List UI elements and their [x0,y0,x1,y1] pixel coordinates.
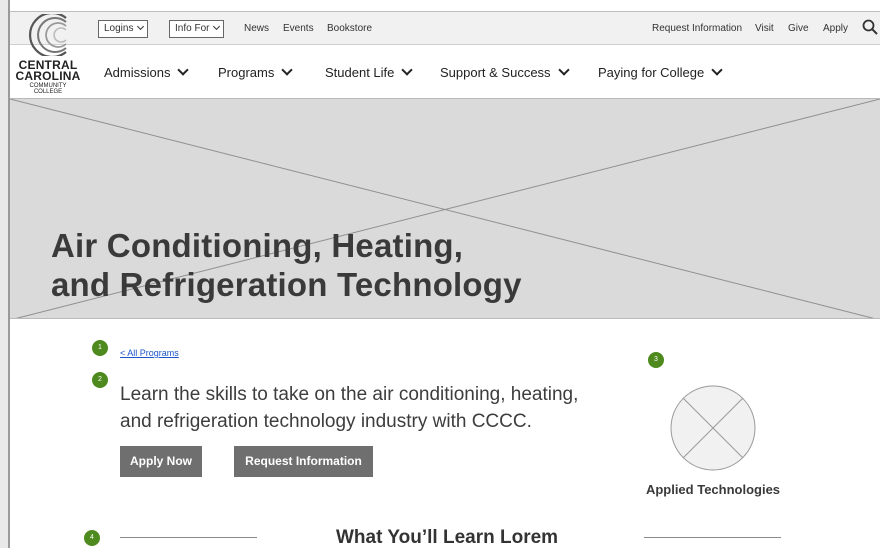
events-link[interactable]: Events [283,12,314,46]
give-link[interactable]: Give [788,12,809,46]
program-intro-line1: Learn the skills to take on the air cond… [120,384,579,405]
chevron-down-icon [213,22,221,31]
department-label: Applied Technologies [645,482,781,497]
page-title-line1: Air Conditioning, Heating, [51,227,464,264]
chevron-down-icon [281,64,294,76]
apply-link[interactable]: Apply [823,12,848,46]
nav-item-label: Student Life [325,65,395,80]
logins-dropdown[interactable]: Logins [98,20,149,38]
chevron-down-icon [401,64,414,76]
news-link[interactable]: News [244,12,269,46]
college-logo[interactable]: CENTRAL CAROLINA COMMUNITY COLLEGE [10,12,86,98]
divider-left [120,537,257,538]
annotation-marker-3: 3 [648,352,664,368]
page-title: Air Conditioning, Heating, and Refrigera… [51,226,522,304]
breadcrumb-all-programs[interactable]: < All Programs [120,348,179,358]
chevron-down-icon [177,64,190,76]
section-title: What You’ll Learn Lorem [336,527,559,548]
nav-item-admissions[interactable]: Admissions [104,63,190,83]
program-intro: Learn the skills to take on the air cond… [120,381,620,435]
logo-mark-icon [28,14,67,56]
annotation-marker-1: 1 [92,340,108,356]
request-information-button[interactable]: Request Information [234,446,373,477]
info-for-dropdown[interactable]: Info For [169,20,225,38]
request-information-link[interactable]: Request Information [652,12,742,46]
logo-text-line4: COLLEGE [33,89,63,95]
annotation-marker-4: 4 [84,530,100,546]
annotation-marker-2: 2 [92,372,108,388]
logins-label: Logins [104,23,134,34]
chevron-down-icon [137,22,145,31]
nav-item-paying-for-college[interactable]: Paying for College [598,63,723,83]
main-nav: Admissions Programs Student Life Support… [86,45,880,98]
chevron-down-icon [557,64,570,76]
nav-item-label: Support & Success [440,65,551,80]
program-intro-line2: and refrigeration technology industry wi… [120,411,532,432]
nav-item-label: Programs [218,65,275,80]
nav-item-programs[interactable]: Programs [218,63,294,83]
nav-item-label: Paying for College [598,65,705,80]
nav-item-label: Admissions [104,65,171,80]
info-for-label: Info For [175,23,210,34]
page-title-line2: and Refrigeration Technology [51,266,522,303]
search-icon[interactable] [862,19,878,35]
logo-text-line2: CAROLINA [15,69,81,83]
hero-image-placeholder: Air Conditioning, Heating, and Refrigera… [10,98,880,319]
nav-item-student-life[interactable]: Student Life [325,63,414,83]
utility-bar: Logins Info For News Events Bookstore Re… [10,11,880,45]
bookstore-link[interactable]: Bookstore [327,12,372,46]
left-edge-strip [0,0,10,548]
visit-link[interactable]: Visit [755,12,774,46]
apply-now-button[interactable]: Apply Now [120,446,202,477]
image-placeholder-icon [670,385,756,471]
divider-right [644,537,781,538]
chevron-down-icon [711,64,723,76]
nav-item-support-success[interactable]: Support & Success [440,63,570,83]
